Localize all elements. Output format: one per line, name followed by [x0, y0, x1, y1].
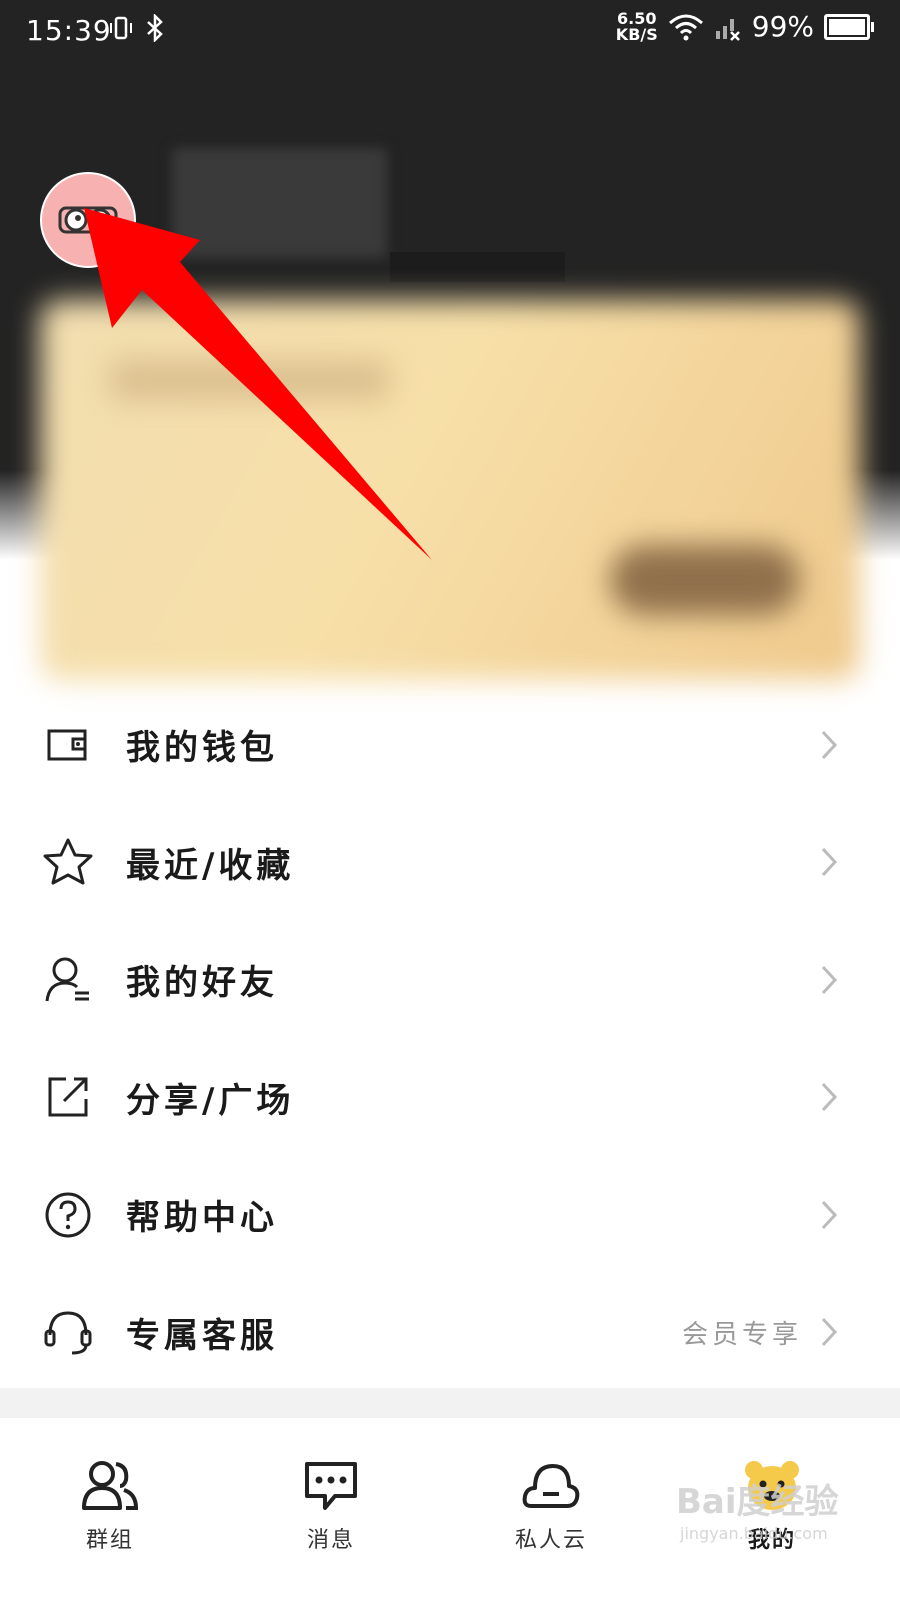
signal-icon — [715, 18, 740, 41]
cloud-icon — [522, 1464, 580, 1508]
chevron-right-icon — [821, 1200, 838, 1229]
group-icon — [82, 1461, 139, 1510]
menu-item-label: 最近/收藏 — [126, 845, 295, 886]
menu-item-exclusive-service[interactable]: 专属客服 会员专享 — [0, 1274, 900, 1392]
menu-item-wallet[interactable]: 我的钱包 — [0, 686, 900, 804]
message-icon — [305, 1462, 357, 1510]
vip-card-title-blur — [110, 360, 390, 400]
chevron-right-icon — [821, 730, 838, 759]
chevron-right-icon — [821, 1318, 838, 1347]
menu-item-label: 我的钱包 — [126, 728, 278, 769]
friends-icon — [45, 957, 89, 1001]
nav-label: 私人云 — [514, 1528, 587, 1553]
menu-item-share-square[interactable]: 分享/广场 — [0, 1039, 900, 1157]
chevron-right-icon — [821, 848, 838, 877]
nav-label: 群组 — [85, 1528, 134, 1553]
net-speed: 6.50 KB/S — [615, 8, 658, 44]
status-bar: 15:39 6.50 KB/S 99% — [0, 0, 900, 64]
nav-label: 消息 — [306, 1528, 355, 1553]
battery-percent: 99% — [751, 10, 814, 43]
vibrate-icon — [110, 16, 132, 40]
header-dark-strip — [390, 252, 565, 282]
headset-icon — [44, 1311, 92, 1355]
help-icon — [45, 1192, 91, 1238]
watermark-url: jingyan.baidu.com — [680, 1524, 828, 1543]
username-redacted — [172, 148, 387, 258]
avatar[interactable] — [40, 172, 136, 268]
nav-tab-private-cloud[interactable]: 私人云 — [491, 1458, 611, 1554]
menu-item-label: 帮助中心 — [126, 1198, 278, 1239]
nav-tab-groups[interactable]: 群组 — [50, 1458, 170, 1554]
vip-card-button[interactable] — [610, 545, 800, 615]
bluetooth-icon — [147, 14, 163, 42]
member-exclusive-tag: 会员专享 — [681, 1319, 802, 1350]
wifi-icon — [668, 14, 703, 40]
share-icon — [48, 1077, 88, 1117]
wallet-icon — [47, 729, 87, 761]
menu-item-label: 分享/广场 — [126, 1080, 295, 1121]
menu-item-recent-favorites[interactable]: 最近/收藏 — [0, 804, 900, 922]
chevron-right-icon — [821, 965, 838, 994]
menu-item-help-center[interactable]: 帮助中心 — [0, 1156, 900, 1274]
menu-item-label: 我的好友 — [126, 963, 278, 1004]
nav-tab-messages[interactable]: 消息 — [271, 1458, 391, 1554]
vip-card[interactable] — [40, 300, 860, 680]
watermark-logo: Bai度经验 — [676, 1482, 839, 1522]
menu-list: 我的钱包 最近/收藏 我的好友 分享/广场 帮助中心 专属客服 会员专享 — [0, 686, 900, 1391]
chevron-right-icon — [821, 1083, 838, 1112]
menu-item-label: 专属客服 — [126, 1315, 278, 1356]
battery-icon — [824, 13, 874, 40]
status-time: 15:39 — [26, 14, 112, 47]
menu-item-friends[interactable]: 我的好友 — [0, 921, 900, 1039]
star-icon — [43, 838, 93, 885]
section-divider — [0, 1388, 900, 1418]
goggles-icon — [58, 206, 118, 234]
